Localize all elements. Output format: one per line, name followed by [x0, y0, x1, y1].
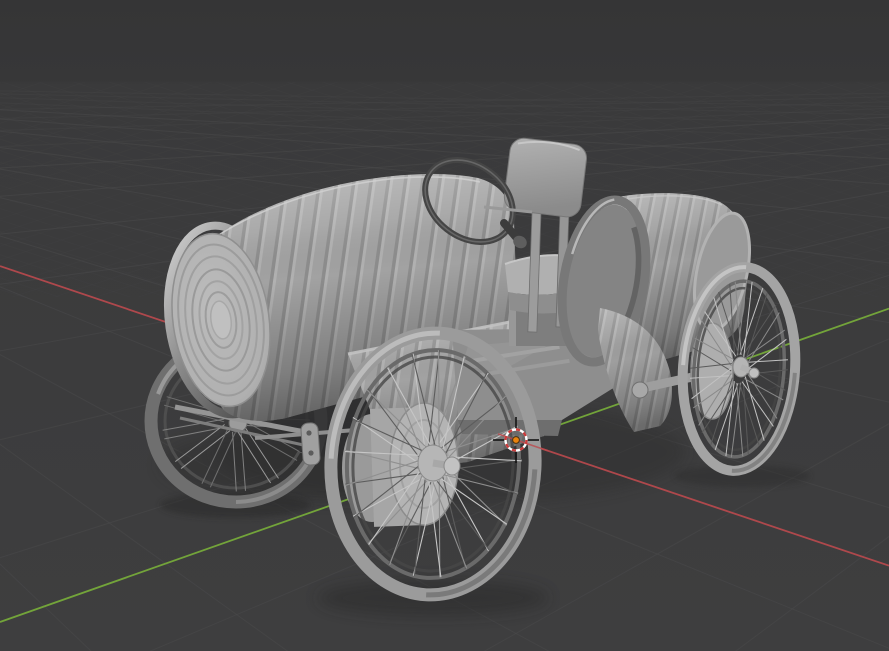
front-axle-plate — [300, 422, 321, 466]
cursor-center-dot — [512, 436, 520, 444]
viewport-canvas[interactable] — [0, 0, 889, 651]
seat-backrest — [503, 137, 587, 218]
blender-3d-viewport[interactable] — [0, 0, 889, 651]
